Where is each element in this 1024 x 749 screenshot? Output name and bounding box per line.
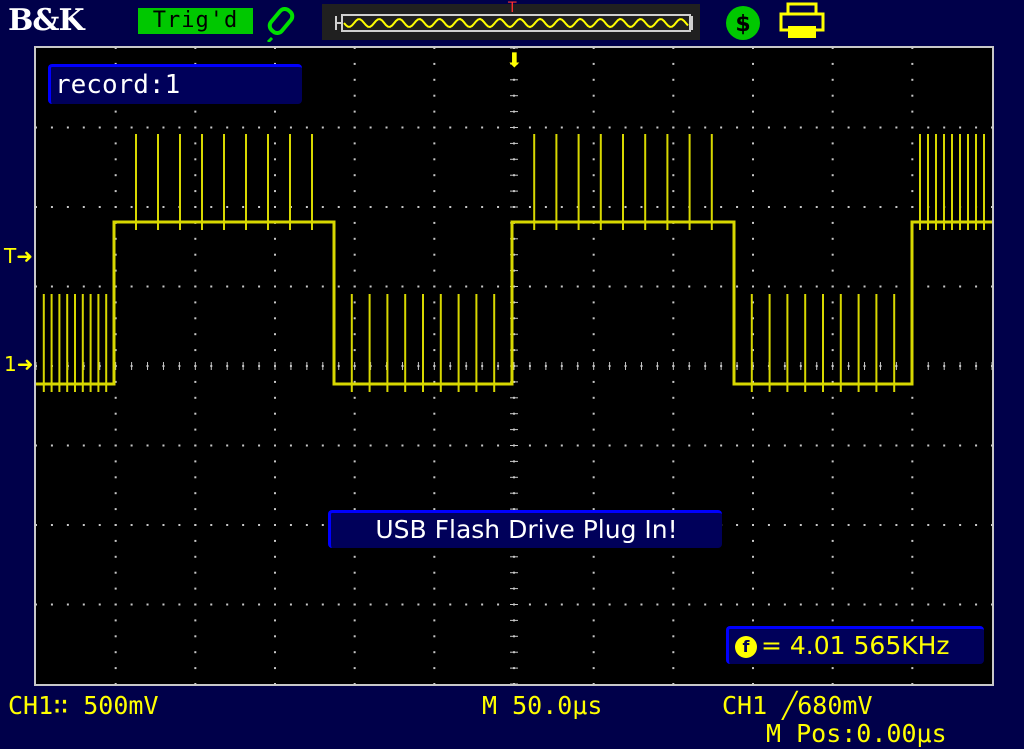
probe-icon	[266, 6, 295, 42]
right-arrow-icon: ➜	[16, 244, 33, 268]
printer-icon	[779, 2, 825, 38]
frequency-value: = 4.01 565KHz	[761, 631, 950, 660]
channel-marker-label: 1	[4, 352, 17, 376]
frequency-readout: f = 4.01 565KHz	[726, 626, 984, 664]
timebase-label: M 50.0μs	[482, 691, 603, 720]
top-status-bar: B&K Trig'd T $	[0, 0, 1024, 44]
ch1-scale-label: CH1∷ 500mV	[8, 691, 159, 720]
m-position-label: M Pos:0.00μs	[766, 719, 947, 748]
brand-logo: B&K	[8, 3, 85, 38]
usb-message-box: USB Flash Drive Plug In!	[328, 510, 722, 548]
channel-ground-marker: 1➜	[4, 354, 34, 374]
right-arrow-icon: ➜	[16, 352, 34, 376]
waveform-display	[36, 48, 992, 684]
trigger-status-badge: Trig'd	[138, 8, 253, 34]
trigger-point-arrow-icon: ⬇	[506, 48, 523, 72]
oscilloscope-screen	[34, 46, 994, 686]
trigger-position-marker: T	[508, 0, 517, 16]
svg-text:$: $	[735, 12, 750, 37]
trigger-setting-label: CH1 ╱680mV	[722, 691, 873, 720]
record-label-box: record:1	[48, 64, 302, 104]
trigger-level-label: T	[4, 244, 17, 268]
usb-icon: $	[726, 6, 760, 40]
trigger-level-marker: T➜	[4, 246, 33, 266]
frequency-icon: f	[735, 636, 757, 658]
timebase-position-strip: T	[322, 0, 700, 40]
